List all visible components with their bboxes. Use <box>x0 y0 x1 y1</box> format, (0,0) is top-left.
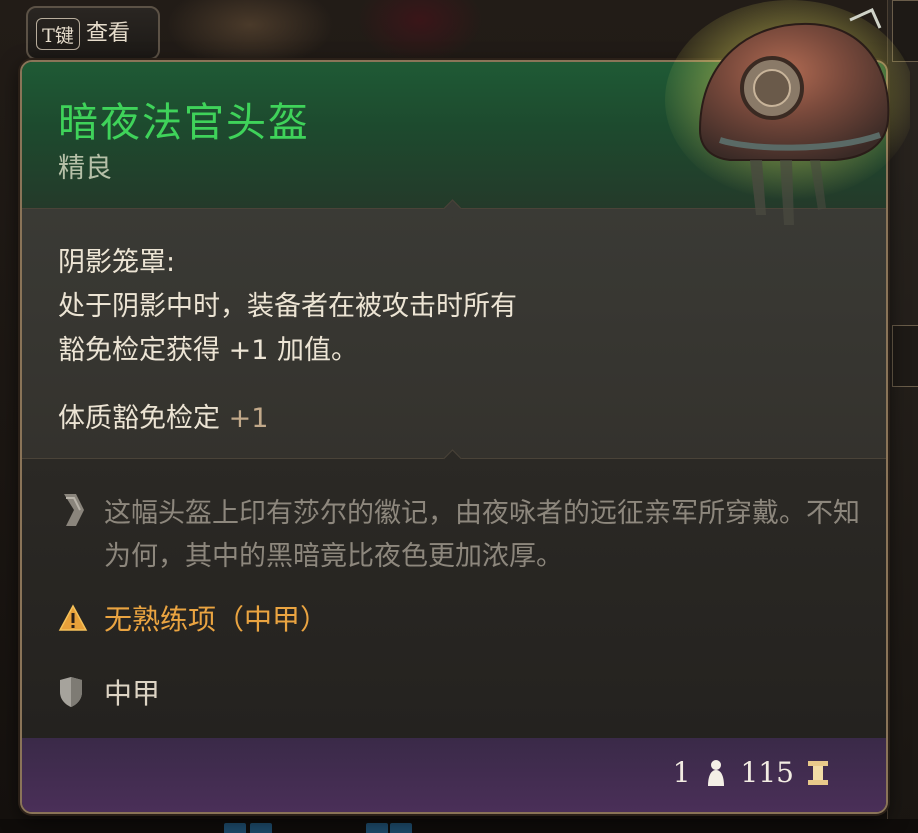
helmet-image <box>665 0 910 225</box>
tooltip-footer: 1 115 <box>22 738 886 812</box>
price-value: 115 <box>740 756 794 789</box>
quill-icon <box>64 494 84 526</box>
hud-slot[interactable] <box>390 823 412 833</box>
keycap: T键 <box>36 18 80 50</box>
proficiency-warning: 无熟练项（中甲） <box>58 598 328 638</box>
weight-icon <box>707 759 724 786</box>
armor-type: 中甲 <box>104 677 161 710</box>
warning-icon <box>58 604 88 631</box>
flavor-text: 这幅头盔上印有莎尔的徽记，由夜咏者的远征亲军所穿戴。不知为何，其中的黑暗竟比夜色… <box>104 498 860 572</box>
warning-text: 无熟练项（中甲） <box>104 603 329 636</box>
hud-slot[interactable] <box>224 823 246 833</box>
hotbar-slot[interactable] <box>892 325 918 387</box>
passive-description-1: 处于阴影中时，装备者在被攻击时所有 <box>58 291 517 322</box>
gold-icon <box>808 760 828 785</box>
passive-name: 阴影笼罩: <box>58 247 176 278</box>
passive-description-2: 豁免检定获得 +1 加值。 <box>58 335 358 366</box>
shield-icon <box>60 677 82 707</box>
stat-label: 体质豁免检定 <box>58 403 220 434</box>
hud-slot[interactable] <box>366 823 388 833</box>
footer-values: 1 115 <box>673 756 842 789</box>
hud-slot[interactable] <box>250 823 272 833</box>
description-section: 这幅头盔上印有莎尔的徽记，由夜咏者的远征亲军所穿戴。不知为何，其中的黑暗竟比夜色… <box>22 458 886 738</box>
inspect-hint[interactable]: T键 查看 <box>26 6 160 60</box>
section-divider <box>22 458 886 459</box>
stat-bonus: +1 <box>228 403 269 434</box>
inspect-label: 查看 <box>86 21 131 46</box>
item-rarity: 精良 <box>58 153 112 184</box>
armor-type-row: 中甲 <box>58 672 160 712</box>
stat-line: 体质豁免检定 +1 <box>58 396 268 435</box>
bottom-hud <box>0 819 918 833</box>
weight-value: 1 <box>672 756 691 789</box>
stats-section: 阴影笼罩: 处于阴影中时，装备者在被攻击时所有 豁免检定获得 +1 加值。 体质… <box>22 208 886 458</box>
item-name: 暗夜法官头盔 <box>58 100 310 146</box>
